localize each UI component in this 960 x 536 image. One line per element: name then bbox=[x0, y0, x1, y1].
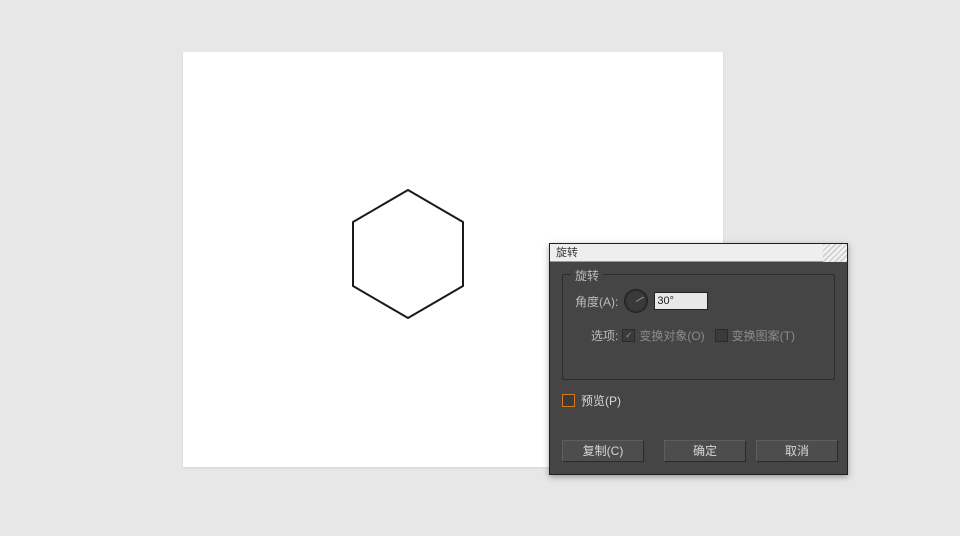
checkbox-icon bbox=[562, 394, 575, 407]
preview-checkbox[interactable]: 预览(P) bbox=[562, 392, 835, 409]
preview-label: 预览(P) bbox=[581, 392, 621, 409]
options-label: 选项: bbox=[591, 327, 618, 344]
fieldset-legend: 旋转 bbox=[571, 267, 603, 284]
checkbox-checked-icon: ✓ bbox=[622, 329, 635, 342]
angle-label: 角度(A): bbox=[575, 293, 618, 310]
rotate-fieldset: 旋转 角度(A): 30° 选项: ✓ 变换对象(O) 变换图案(T) bbox=[562, 274, 835, 380]
copy-button[interactable]: 复制(C) bbox=[562, 440, 644, 462]
transform-patterns-checkbox[interactable]: 变换图案(T) bbox=[715, 327, 795, 344]
checkbox-icon bbox=[715, 329, 728, 342]
transform-objects-label: 变换对象(O) bbox=[639, 327, 704, 344]
cancel-button[interactable]: 取消 bbox=[756, 440, 838, 462]
dialog-buttons: 复制(C) 确定 取消 bbox=[562, 440, 835, 462]
angle-input[interactable]: 30° bbox=[654, 292, 708, 310]
dialog-titlebar[interactable]: 旋转 bbox=[550, 244, 847, 262]
options-row: 选项: ✓ 变换对象(O) 变换图案(T) bbox=[575, 327, 822, 344]
stage: 旋转 旋转 角度(A): 30° 选项: ✓ 变换对象(O) bbox=[0, 0, 960, 536]
angle-dial-hand bbox=[636, 297, 644, 302]
angle-row: 角度(A): 30° bbox=[575, 289, 822, 313]
titlebar-grip-icon bbox=[823, 244, 847, 262]
ok-button[interactable]: 确定 bbox=[664, 440, 746, 462]
dialog-body: 旋转 角度(A): 30° 选项: ✓ 变换对象(O) 变换图案(T) bbox=[550, 262, 847, 474]
dialog-title: 旋转 bbox=[556, 247, 578, 259]
transform-patterns-label: 变换图案(T) bbox=[732, 327, 795, 344]
angle-dial[interactable] bbox=[624, 289, 648, 313]
transform-objects-checkbox[interactable]: ✓ 变换对象(O) bbox=[622, 327, 704, 344]
rotate-dialog: 旋转 旋转 角度(A): 30° 选项: ✓ 变换对象(O) bbox=[549, 243, 848, 475]
